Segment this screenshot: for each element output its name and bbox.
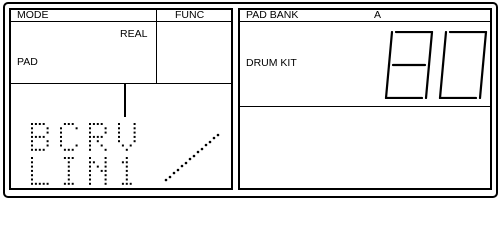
seven-segment-digit — [438, 31, 488, 99]
mode-label: MODE — [17, 9, 49, 21]
pad-bank-panel: PAD BANK A DRUM KIT 80 — [238, 8, 492, 190]
right-header-divider — [240, 21, 490, 22]
mode-func-divider — [156, 10, 157, 84]
lcd-text-area — [31, 123, 136, 185]
pad-bank-label: PAD BANK — [246, 9, 299, 21]
cursor-marker — [124, 84, 126, 117]
drum-kit-number-display — [384, 31, 488, 99]
seven-segment-digit — [384, 31, 434, 99]
right-section-divider — [240, 106, 490, 107]
func-label: FUNC — [175, 9, 205, 21]
display-frame: MODE FUNC REAL PAD PAD BANK A DRUM KIT 8… — [3, 2, 498, 198]
drum-kit-number-text: 80 — [240, 10, 241, 11]
mode-func-panel: MODE FUNC REAL PAD — [9, 8, 233, 190]
pad-label: PAD — [17, 56, 38, 68]
mode-value-real: REAL — [120, 28, 148, 40]
lcd-char — [121, 157, 132, 185]
lcd-char — [89, 157, 107, 185]
lcd-char — [31, 123, 49, 151]
lcd-char — [118, 123, 136, 151]
section-divider — [11, 83, 231, 84]
lcd-char — [89, 123, 107, 151]
drum-kit-label: DRUM KIT — [246, 57, 297, 69]
lcd-char — [60, 123, 78, 151]
lcd-char — [31, 157, 49, 185]
pad-bank-value: A — [374, 9, 382, 21]
header-divider — [11, 21, 231, 22]
lcd-char — [63, 157, 74, 185]
velocity-curve-icon — [164, 133, 220, 182]
